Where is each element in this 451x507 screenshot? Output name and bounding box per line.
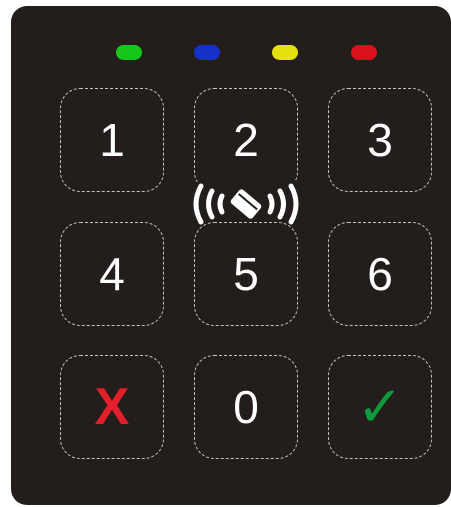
key-3-button[interactable]: 3 [328, 88, 432, 192]
key-5-button[interactable]: 5 [194, 222, 298, 326]
key-1-button[interactable]: 1 [60, 88, 164, 192]
key-0-label: 0 [233, 381, 259, 433]
key-2-button[interactable]: 2 [194, 88, 298, 192]
key-1-label: 1 [99, 114, 125, 166]
key-4-button[interactable]: 4 [60, 222, 164, 326]
checkmark-icon: ✓ [356, 375, 404, 438]
keypad-panel: 1 2 3 4 5 6 X 0 ✓ [11, 6, 451, 505]
cancel-button[interactable]: X [60, 355, 164, 459]
key-6-button[interactable]: 6 [328, 222, 432, 326]
key-6-label: 6 [367, 248, 393, 300]
status-led-blue [194, 45, 220, 60]
status-led-green [116, 45, 142, 60]
cancel-x-icon: X [94, 378, 130, 436]
key-0-button[interactable]: 0 [194, 355, 298, 459]
key-5-label: 5 [233, 248, 259, 300]
confirm-button[interactable]: ✓ [328, 355, 432, 459]
key-4-label: 4 [99, 248, 125, 300]
key-3-label: 3 [367, 114, 393, 166]
status-led-red [351, 45, 377, 60]
status-led-yellow [272, 45, 298, 60]
key-2-label: 2 [233, 114, 259, 166]
